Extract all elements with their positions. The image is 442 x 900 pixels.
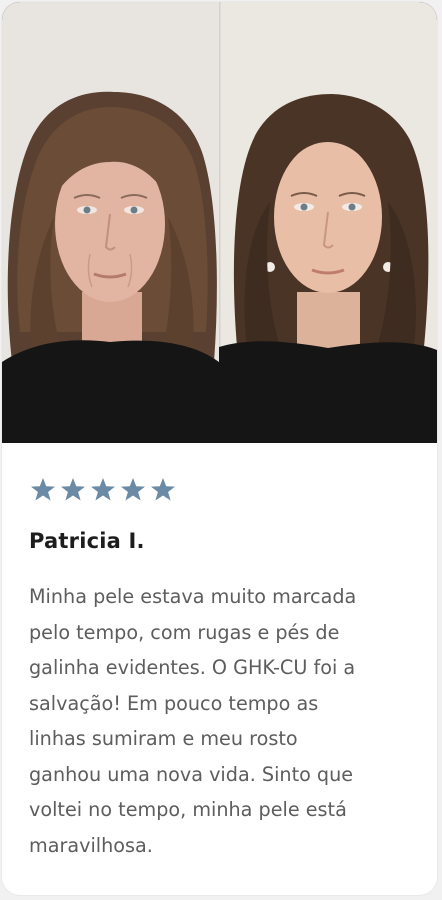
- review-line: Minha pele estava muito marcada: [29, 585, 357, 608]
- review-line: salvação! Em pouco tempo as: [29, 691, 319, 715]
- before-after-image: [2, 2, 437, 443]
- review-line: pelo tempo, com rugas e pés de: [29, 620, 340, 644]
- reviewer-name: Patricia I.: [29, 529, 145, 553]
- testimonial-content: Patricia I. Minha pele estava muito marc…: [2, 443, 437, 863]
- star-icon: [119, 476, 147, 504]
- star-icon: [149, 476, 177, 504]
- review-line: linhas sumiram e meu rosto: [29, 727, 298, 750]
- star-icon: [29, 476, 57, 504]
- star-icon: [89, 476, 117, 504]
- review-line: galinha evidentes. O GHK-CU foi a: [29, 656, 356, 679]
- review-line: ganhou uma nova vida. Sinto que: [29, 762, 354, 786]
- review-line: maravilhosa.: [29, 833, 153, 857]
- testimonial-card: Patricia I. Minha pele estava muito marc…: [2, 2, 437, 895]
- star-icon: [59, 476, 87, 504]
- before-after-photo: [2, 2, 437, 443]
- star-rating: [29, 475, 437, 505]
- review-text: Minha pele estava muito marcada pelo tem…: [29, 579, 409, 863]
- before-photo: [2, 91, 219, 443]
- after-photo: [219, 94, 437, 443]
- review-line: voltei no tempo, minha pele está: [29, 798, 347, 821]
